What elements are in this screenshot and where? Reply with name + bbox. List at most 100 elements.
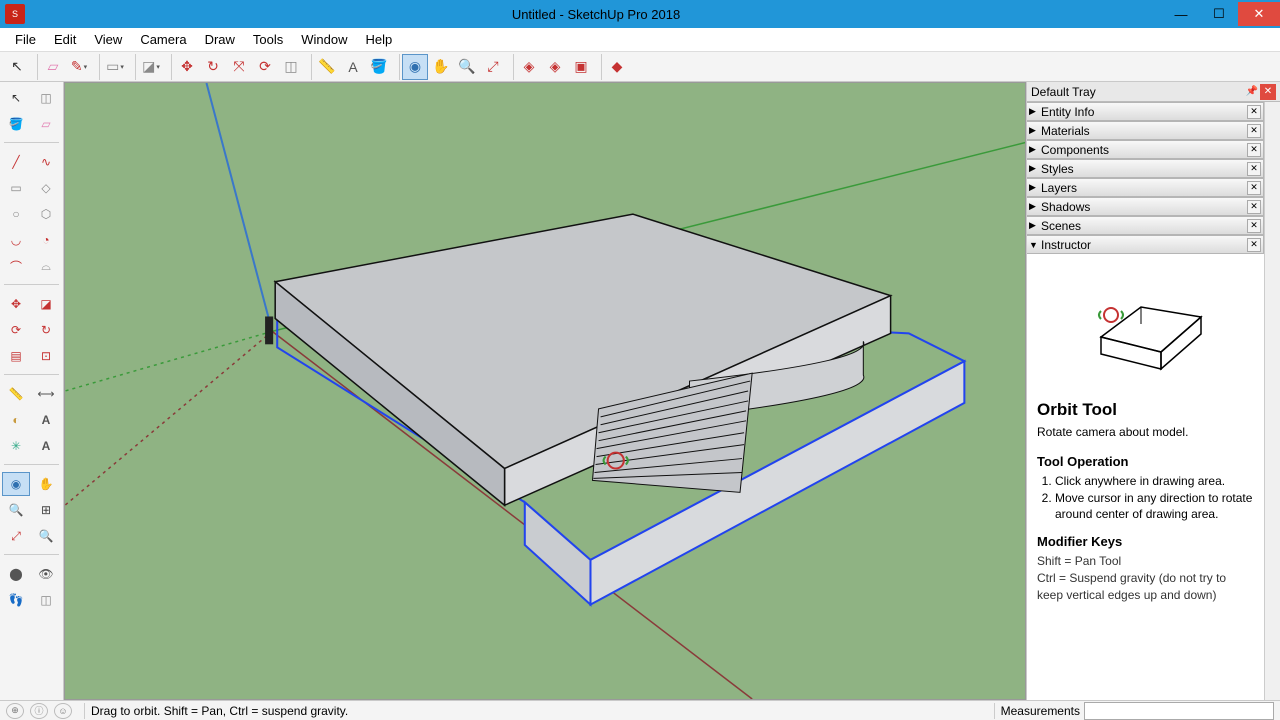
- measurements-input[interactable]: [1084, 702, 1274, 720]
- expand-icon: ▶: [1029, 163, 1041, 174]
- section-tool[interactable]: ◫: [32, 588, 60, 612]
- arc-tool[interactable]: ◡: [2, 228, 30, 252]
- panel-close-icon[interactable]: ✕: [1247, 105, 1261, 119]
- geo-icon[interactable]: ⊕: [6, 703, 24, 719]
- line-tool[interactable]: ╱: [2, 150, 30, 174]
- tb-paint[interactable]: 🪣: [366, 54, 392, 80]
- minimize-button[interactable]: —: [1162, 2, 1200, 26]
- tool-operation-list: Click anywhere in drawing area.Move curs…: [1037, 473, 1254, 523]
- eraser-tool[interactable]: ▱: [32, 112, 60, 136]
- tb-ext[interactable]: ▣: [568, 54, 594, 80]
- menu-tools[interactable]: Tools: [244, 29, 292, 50]
- panel-close-icon[interactable]: ✕: [1247, 219, 1261, 233]
- scale-tool[interactable]: ▤: [2, 344, 30, 368]
- panel-head-components[interactable]: ▶Components✕: [1027, 140, 1264, 159]
- freehand-tool[interactable]: ∿: [32, 150, 60, 174]
- tb-text[interactable]: A: [340, 54, 366, 80]
- panel-head-shadows[interactable]: ▶Shadows✕: [1027, 197, 1264, 216]
- zoom-tool[interactable]: 🔍: [2, 498, 30, 522]
- panel-head-entity-info[interactable]: ▶Entity Info✕: [1027, 102, 1264, 121]
- menu-camera[interactable]: Camera: [131, 29, 195, 50]
- panel-head-instructor[interactable]: ▼Instructor✕: [1027, 235, 1264, 254]
- tb-rotate-drag[interactable]: ↻: [200, 54, 226, 80]
- polygon-tool[interactable]: ⬡: [32, 202, 60, 226]
- walk-tool[interactable]: 👣: [2, 588, 30, 612]
- tb-eraser[interactable]: ▱: [40, 54, 66, 80]
- rect-tool[interactable]: ▭: [2, 176, 30, 200]
- close-button[interactable]: ✕: [1238, 2, 1280, 26]
- tb-offset[interactable]: ◫: [278, 54, 304, 80]
- tb-pushpull[interactable]: ◪▾: [138, 54, 164, 80]
- rotated-rect-tool[interactable]: ◇: [32, 176, 60, 200]
- pin-icon[interactable]: 📌: [1244, 84, 1260, 100]
- tb-orbit[interactable]: ◉: [402, 54, 428, 80]
- credit-icon[interactable]: ⓘ: [30, 703, 48, 719]
- titlebar: S Untitled - SketchUp Pro 2018 — ☐ ✕: [0, 0, 1280, 28]
- window-buttons: — ☐ ✕: [1162, 2, 1280, 26]
- tb-pan[interactable]: ✋: [428, 54, 454, 80]
- 3dtext-tool[interactable]: A: [32, 434, 60, 458]
- expand-icon: ▶: [1029, 125, 1041, 136]
- menu-view[interactable]: View: [85, 29, 131, 50]
- tb-3dw[interactable]: ◈: [542, 54, 568, 80]
- tb-tape[interactable]: 📏: [314, 54, 340, 80]
- tray-close-icon[interactable]: ✕: [1260, 84, 1276, 100]
- person-icon[interactable]: ☺: [54, 703, 72, 719]
- panel-head-scenes[interactable]: ▶Scenes✕: [1027, 216, 1264, 235]
- paint-tool[interactable]: 🪣: [2, 112, 30, 136]
- followme-tool[interactable]: ↻: [32, 318, 60, 342]
- panel-head-materials[interactable]: ▶Materials✕: [1027, 121, 1264, 140]
- tb-layout[interactable]: ◆: [604, 54, 630, 80]
- make-component-tool[interactable]: ◫: [32, 86, 60, 110]
- expand-icon: ▶: [1029, 182, 1041, 193]
- panel-close-icon[interactable]: ✕: [1247, 162, 1261, 176]
- select-tool[interactable]: ↖: [2, 86, 30, 110]
- panel-close-icon[interactable]: ✕: [1247, 124, 1261, 138]
- tb-zoom-ext[interactable]: ⤢: [480, 54, 506, 80]
- protractor-tool[interactable]: ◐: [2, 408, 30, 432]
- menu-draw[interactable]: Draw: [196, 29, 244, 50]
- panel-close-icon[interactable]: ✕: [1247, 238, 1261, 252]
- panel-head-styles[interactable]: ▶Styles✕: [1027, 159, 1264, 178]
- arc3-tool[interactable]: ⌓: [32, 254, 60, 278]
- tb-pencil[interactable]: ✎▾: [66, 54, 92, 80]
- panel-close-icon[interactable]: ✕: [1247, 200, 1261, 214]
- position-camera-tool[interactable]: ⬤: [2, 562, 30, 586]
- viewport-3d[interactable]: [64, 82, 1026, 700]
- zoom-ext-tool[interactable]: ⤢: [2, 524, 30, 548]
- axes-tool[interactable]: ✳: [2, 434, 30, 458]
- prev-tool[interactable]: 🔍: [32, 524, 60, 548]
- tb-scale[interactable]: ⤧: [226, 54, 252, 80]
- tray-header[interactable]: Default Tray 📌 ✕: [1027, 82, 1280, 102]
- zoom-window-tool[interactable]: ⊞: [32, 498, 60, 522]
- menu-window[interactable]: Window: [292, 29, 356, 50]
- dimension-tool[interactable]: ⟷: [32, 382, 60, 406]
- look-tool[interactable]: 👁: [32, 562, 60, 586]
- tray-scrollbar[interactable]: [1264, 102, 1280, 700]
- tape-tool[interactable]: 📏: [2, 382, 30, 406]
- menu-help[interactable]: Help: [357, 29, 402, 50]
- tb-zoom[interactable]: 🔍: [454, 54, 480, 80]
- panel-head-layers[interactable]: ▶Layers✕: [1027, 178, 1264, 197]
- tb-warehouse[interactable]: ◈: [516, 54, 542, 80]
- arc2-tool[interactable]: ⌒: [2, 254, 30, 278]
- pan-tool[interactable]: ✋: [32, 472, 60, 496]
- maximize-button[interactable]: ☐: [1200, 2, 1238, 26]
- instructor-thumb: [1037, 262, 1254, 392]
- orbit-tool[interactable]: ◉: [2, 472, 30, 496]
- pie-tool[interactable]: ◔: [32, 228, 60, 252]
- menu-edit[interactable]: Edit: [45, 29, 85, 50]
- panel-close-icon[interactable]: ✕: [1247, 181, 1261, 195]
- rotate-tool[interactable]: ⟳: [2, 318, 30, 342]
- panel-close-icon[interactable]: ✕: [1247, 143, 1261, 157]
- pushpull-tool[interactable]: ◪: [32, 292, 60, 316]
- tb-select-arrow[interactable]: ↖: [4, 54, 30, 80]
- menu-file[interactable]: File: [6, 29, 45, 50]
- circle-tool[interactable]: ○: [2, 202, 30, 226]
- move-tool[interactable]: ✥: [2, 292, 30, 316]
- tb-rotate[interactable]: ⟳: [252, 54, 278, 80]
- tb-move[interactable]: ✥: [174, 54, 200, 80]
- offset-tool[interactable]: ⊡: [32, 344, 60, 368]
- tb-rect[interactable]: ▭▾: [102, 54, 128, 80]
- text-tool[interactable]: A: [32, 408, 60, 432]
